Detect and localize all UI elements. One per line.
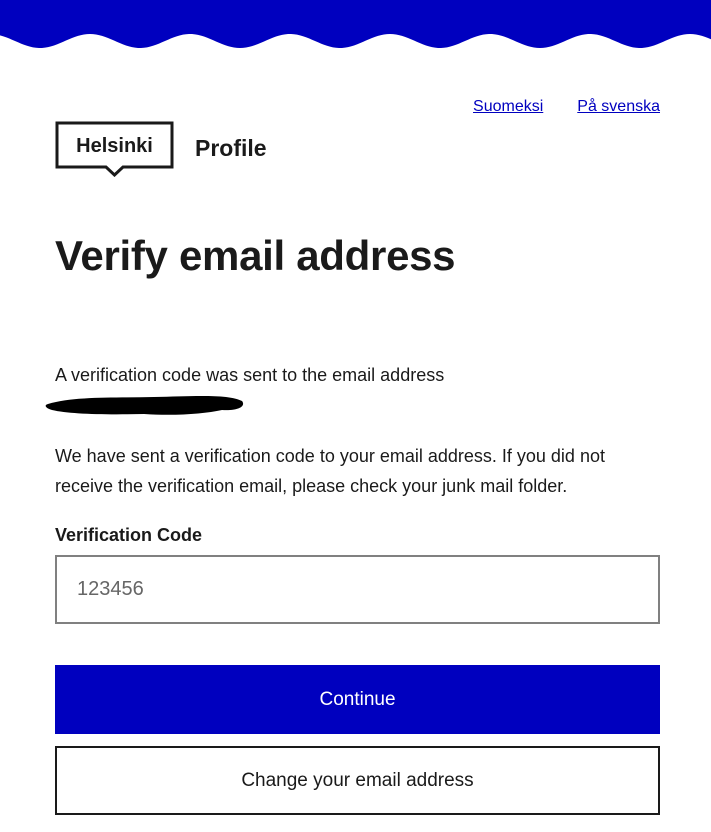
redacted-email [45,395,244,415]
app-name: Profile [195,134,267,161]
logo-text: Helsinki [76,135,153,157]
info-text: We have sent a verification code to your… [55,446,605,496]
verification-code-label: Verification Code [55,525,203,545]
verification-code-input[interactable] [55,555,660,624]
lang-link-swedish[interactable]: På svenska [577,98,660,116]
helsinki-logo[interactable]: Helsinki [55,121,174,177]
wave-banner [0,0,711,48]
brand: Helsinki Profile [55,121,267,177]
lang-link-finnish[interactable]: Suomeksi [473,98,543,116]
language-nav: Suomeksi På svenska [473,98,660,116]
verification-sent-text: A verification code was sent to the emai… [55,365,445,385]
page: Suomeksi På svenska Helsinki Profile Ver… [0,0,711,832]
change-email-button[interactable]: Change your email address [55,746,660,815]
continue-button[interactable]: Continue [55,665,660,734]
page-title: Verify email address [55,232,456,279]
